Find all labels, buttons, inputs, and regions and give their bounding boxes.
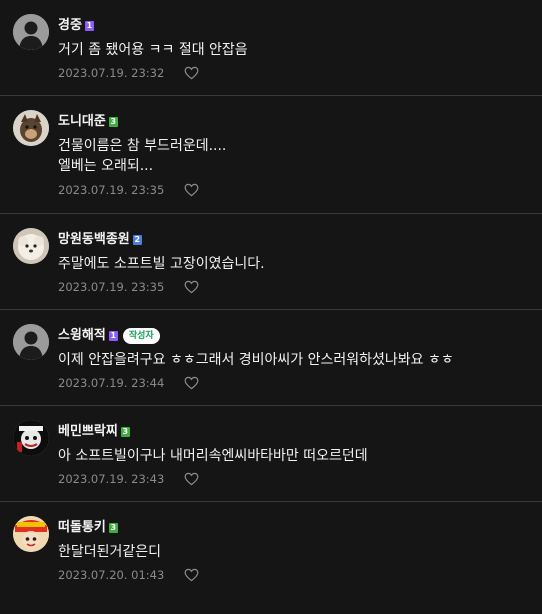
comment-divider — [0, 405, 542, 406]
comment-divider — [0, 309, 542, 310]
cartoon-avatar[interactable] — [13, 420, 49, 456]
heart-icon[interactable] — [184, 280, 199, 294]
comment-divider — [0, 95, 542, 96]
comment-date: 2023.07.19. 23:43 — [58, 472, 165, 486]
comment-divider — [0, 501, 542, 502]
comment-line: 엘베는 오래되... — [58, 158, 154, 174]
author-tag: 작성자 — [122, 328, 160, 344]
level-badge: 1 — [108, 331, 118, 341]
heart-icon[interactable] — [184, 66, 199, 80]
heart-icon[interactable] — [184, 472, 199, 486]
heart-icon[interactable] — [184, 376, 199, 390]
comment-nickname[interactable]: 스윙해적 — [58, 327, 106, 345]
comment-nickname[interactable]: 베민쁘락찌 — [58, 423, 118, 441]
comment-line: 주말에도 소프트빌 고장이였습니다. — [58, 256, 265, 272]
comment-date: 2023.07.19. 23:32 — [58, 66, 165, 80]
comment-line: 이제 안잡을려구요 ㅎㅎ그래서 경비아씨가 안스러워하셨나봐요 ㅎㅎ — [58, 352, 454, 368]
comment-nickname[interactable]: 망원동백종원 — [58, 231, 130, 249]
comment-date: 2023.07.19. 23:44 — [58, 376, 165, 390]
comment-nickname[interactable]: 떠돌통키 — [58, 519, 106, 537]
level-badge: 3 — [108, 523, 118, 533]
comment-date: 2023.07.19. 23:35 — [58, 280, 165, 294]
level-badge: 3 — [120, 427, 130, 437]
anime-avatar[interactable] — [13, 516, 49, 552]
heart-icon[interactable] — [184, 183, 199, 197]
default-avatar[interactable] — [13, 324, 49, 360]
comment-line: 거기 좀 됐어용 ㅋㅋ 절대 안잡음 — [58, 42, 248, 58]
comment-date: 2023.07.19. 23:35 — [58, 183, 165, 197]
comment-nickname[interactable]: 도니대준 — [58, 113, 106, 131]
level-badge: 1 — [84, 21, 94, 31]
comment-divider — [0, 213, 542, 214]
comment-nickname[interactable]: 경중 — [58, 17, 82, 35]
heart-icon[interactable] — [184, 568, 199, 582]
comment-text: 거기 좀 됐어용 ㅋㅋ 절대 안잡음 — [58, 40, 248, 60]
comment-line: 아 소프트빌이구나 내머리속엔씨바타바만 떠오르던데 — [58, 448, 368, 464]
comment-text: 건물이름은 참 부드러운데.... 엘베는 오래되... — [58, 136, 226, 176]
dog-photo-avatar[interactable] — [13, 110, 49, 146]
white-dog-avatar[interactable] — [13, 228, 49, 264]
comment-text: 이제 안잡을려구요 ㅎㅎ그래서 경비아씨가 안스러워하셨나봐요 ㅎㅎ — [58, 350, 454, 370]
level-badge: 3 — [108, 117, 118, 127]
comment-line: 건물이름은 참 부드러운데.... — [58, 138, 227, 154]
comment-text: 주말에도 소프트빌 고장이였습니다. — [58, 254, 265, 274]
comment-date: 2023.07.20. 01:43 — [58, 568, 165, 582]
comment-text: 아 소프트빌이구나 내머리속엔씨바타바만 떠오르던데 — [58, 446, 368, 466]
default-avatar[interactable] — [13, 14, 49, 50]
comment-line: 한달더된거같은디 — [58, 544, 162, 560]
comment-text: 한달더된거같은디 — [58, 542, 161, 562]
level-badge: 2 — [132, 235, 142, 245]
